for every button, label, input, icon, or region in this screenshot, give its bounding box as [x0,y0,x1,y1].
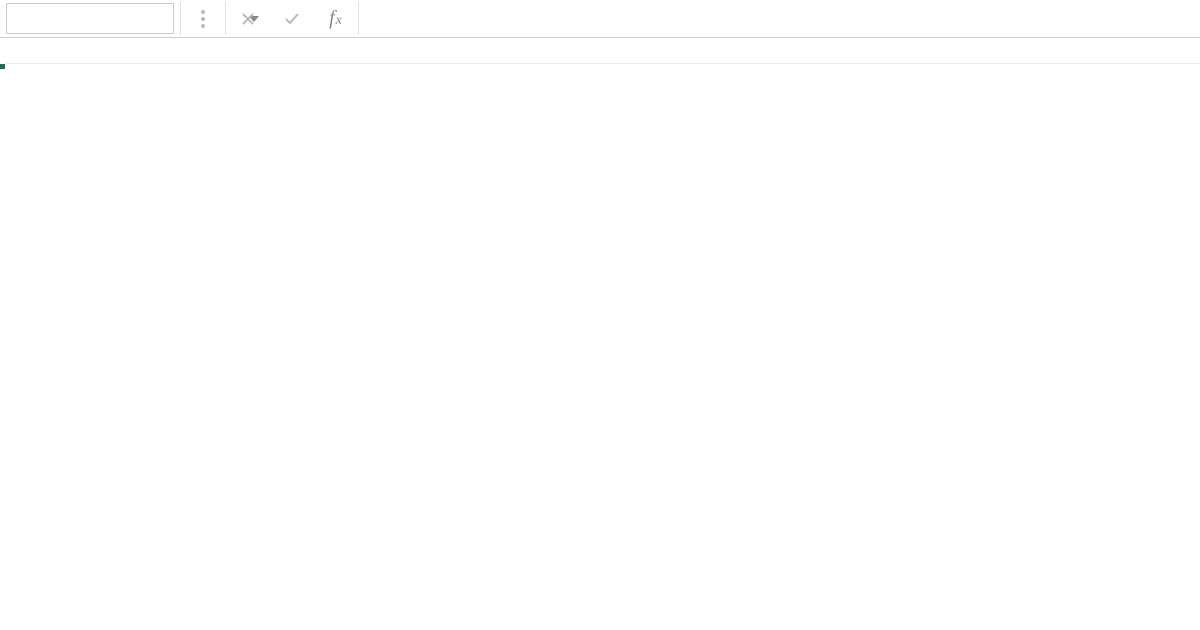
fx-icon[interactable]: fx [314,0,358,37]
ribbon-gap [0,38,1200,64]
formula-bar: fx [0,0,1200,38]
cancel-formula-button[interactable] [226,0,270,37]
name-box-wrap[interactable] [6,3,174,34]
fill-handle[interactable] [0,63,6,70]
confirm-formula-button[interactable] [270,0,314,37]
more-icon[interactable] [181,0,225,37]
active-cell-outline [0,64,4,68]
formula-input[interactable] [359,0,1200,37]
